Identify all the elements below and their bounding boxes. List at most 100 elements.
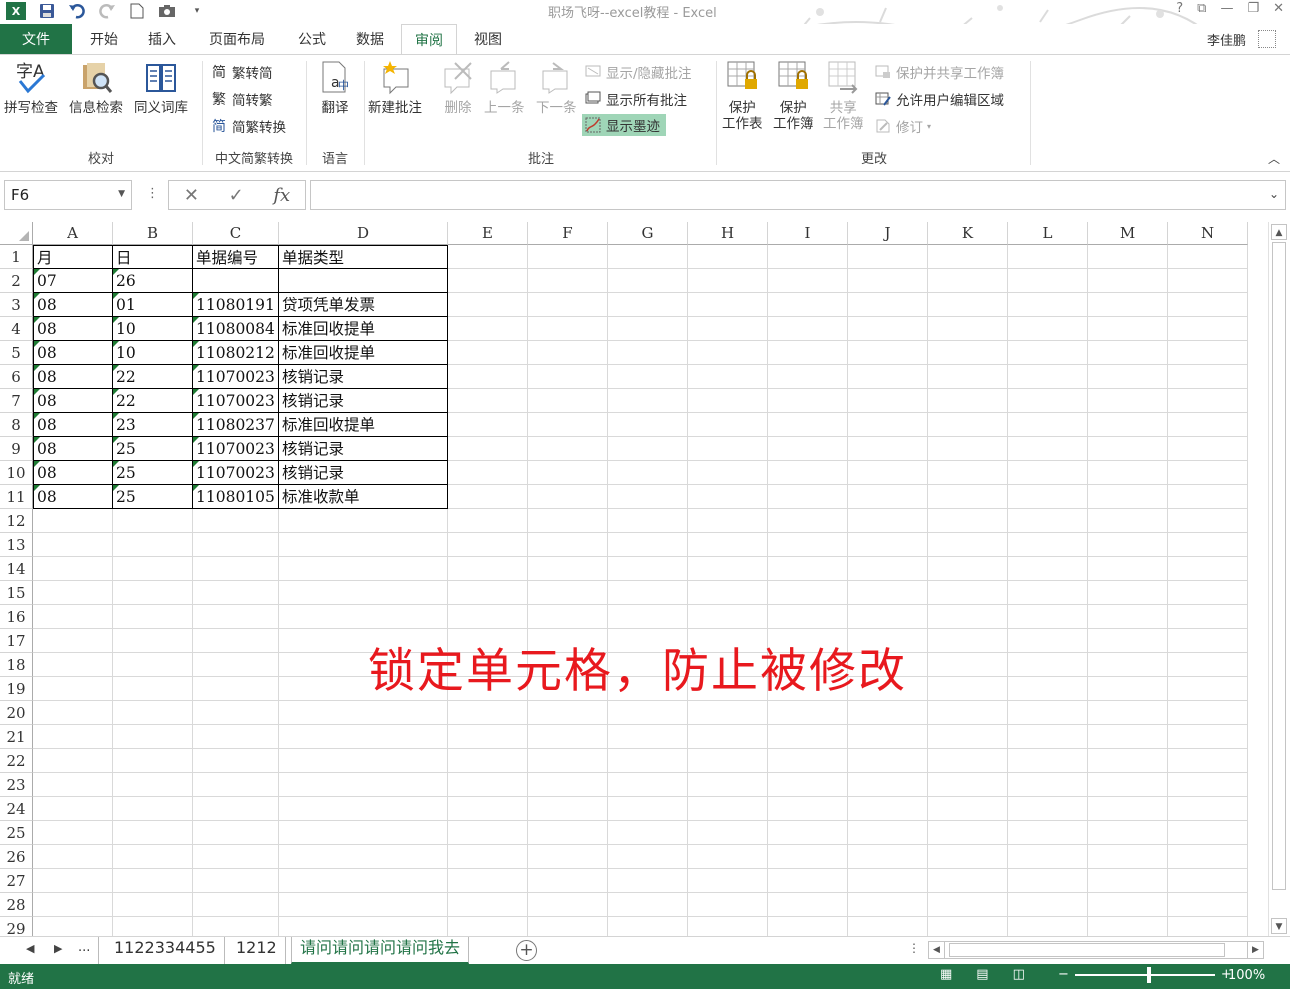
- cell[interactable]: [768, 917, 848, 936]
- spell-check-button[interactable]: 字A 拼写检查: [4, 59, 58, 117]
- column-header[interactable]: J: [848, 222, 928, 245]
- zoom-knob[interactable]: [1146, 966, 1151, 983]
- cell[interactable]: 11080212: [193, 341, 279, 365]
- allow-edit-ranges-button[interactable]: 允许用户编辑区域: [874, 88, 1004, 110]
- cell[interactable]: [928, 293, 1008, 317]
- cell[interactable]: [33, 677, 113, 701]
- cell[interactable]: [113, 893, 193, 917]
- cell[interactable]: 核销记录: [279, 365, 448, 389]
- cell[interactable]: [448, 725, 528, 749]
- cell[interactable]: [688, 269, 768, 293]
- row-header[interactable]: 18: [0, 653, 33, 677]
- cell[interactable]: [33, 605, 113, 629]
- cell[interactable]: [528, 461, 608, 485]
- cell[interactable]: 标准回收提单: [279, 341, 448, 365]
- cell[interactable]: [1008, 677, 1088, 701]
- column-header[interactable]: K: [928, 222, 1008, 245]
- close-icon[interactable]: ✕: [1273, 1, 1284, 16]
- cell[interactable]: [279, 797, 448, 821]
- cell[interactable]: 日: [113, 245, 193, 269]
- cell[interactable]: 11080191: [193, 293, 279, 317]
- cell[interactable]: [528, 341, 608, 365]
- cell[interactable]: [33, 509, 113, 533]
- cell[interactable]: [33, 893, 113, 917]
- cell[interactable]: [113, 509, 193, 533]
- cell[interactable]: [528, 869, 608, 893]
- cell[interactable]: [848, 293, 928, 317]
- cell[interactable]: [768, 341, 848, 365]
- cell[interactable]: [33, 701, 113, 725]
- cell[interactable]: [448, 365, 528, 389]
- cell[interactable]: [1008, 437, 1088, 461]
- cell[interactable]: [1008, 365, 1088, 389]
- cell[interactable]: [1088, 509, 1168, 533]
- cell[interactable]: [608, 557, 688, 581]
- cell[interactable]: [688, 893, 768, 917]
- cell[interactable]: [448, 773, 528, 797]
- cell[interactable]: [1168, 677, 1248, 701]
- cell[interactable]: [193, 821, 279, 845]
- cell[interactable]: [33, 821, 113, 845]
- next-comment-button[interactable]: 下一条: [536, 59, 577, 117]
- show-ink-button[interactable]: 显示墨迹: [582, 114, 666, 136]
- cell[interactable]: 10: [113, 317, 193, 341]
- cell[interactable]: [608, 773, 688, 797]
- cell[interactable]: [448, 437, 528, 461]
- cell[interactable]: [848, 437, 928, 461]
- cell[interactable]: [1088, 557, 1168, 581]
- insert-function-icon[interactable]: fx: [273, 185, 290, 206]
- cell[interactable]: [1008, 245, 1088, 269]
- cell[interactable]: [688, 773, 768, 797]
- tab-data[interactable]: 数据: [342, 24, 398, 54]
- cell[interactable]: [448, 269, 528, 293]
- cell[interactable]: [928, 605, 1008, 629]
- cell[interactable]: [1168, 605, 1248, 629]
- cell[interactable]: [1008, 605, 1088, 629]
- column-header[interactable]: D: [279, 222, 448, 245]
- add-sheet-icon[interactable]: +: [516, 940, 537, 961]
- cell[interactable]: [448, 533, 528, 557]
- cell[interactable]: [113, 557, 193, 581]
- cell[interactable]: [33, 749, 113, 773]
- cell[interactable]: [1088, 341, 1168, 365]
- cell[interactable]: [1008, 773, 1088, 797]
- row-header[interactable]: 26: [0, 845, 33, 869]
- cell[interactable]: [448, 821, 528, 845]
- protect-sheet-button[interactable]: 保护 工作表: [722, 59, 763, 133]
- cell[interactable]: [193, 917, 279, 936]
- cell[interactable]: [448, 485, 528, 509]
- cell[interactable]: [279, 749, 448, 773]
- scroll-right-icon[interactable]: ▶: [1247, 942, 1263, 958]
- cell[interactable]: [448, 389, 528, 413]
- cell[interactable]: [848, 581, 928, 605]
- cell[interactable]: [113, 797, 193, 821]
- tab-view[interactable]: 视图: [460, 24, 516, 54]
- row-header[interactable]: 11: [0, 485, 33, 509]
- cell[interactable]: [1168, 533, 1248, 557]
- column-header[interactable]: G: [608, 222, 688, 245]
- cell[interactable]: [768, 413, 848, 437]
- cell[interactable]: [688, 293, 768, 317]
- row-header[interactable]: 24: [0, 797, 33, 821]
- cell[interactable]: [33, 797, 113, 821]
- cell[interactable]: [848, 509, 928, 533]
- cell[interactable]: [1008, 701, 1088, 725]
- cell[interactable]: [528, 725, 608, 749]
- cell[interactable]: [1088, 533, 1168, 557]
- cell[interactable]: [279, 869, 448, 893]
- camera-icon[interactable]: [158, 2, 176, 20]
- row-header[interactable]: 14: [0, 557, 33, 581]
- user-name[interactable]: 李佳鹏: [1207, 30, 1246, 49]
- cell[interactable]: [688, 701, 768, 725]
- row-header[interactable]: 13: [0, 533, 33, 557]
- cell[interactable]: [528, 269, 608, 293]
- cell[interactable]: [33, 725, 113, 749]
- cell[interactable]: [608, 845, 688, 869]
- sheet-tab-active[interactable]: 请问请问请问请问我去: [291, 937, 470, 964]
- cell[interactable]: [33, 869, 113, 893]
- cell[interactable]: [848, 317, 928, 341]
- delete-comment-button[interactable]: 删除: [441, 59, 475, 117]
- zoom-percent[interactable]: 100%: [1228, 968, 1265, 983]
- cell[interactable]: [1088, 629, 1168, 653]
- cell[interactable]: [1088, 845, 1168, 869]
